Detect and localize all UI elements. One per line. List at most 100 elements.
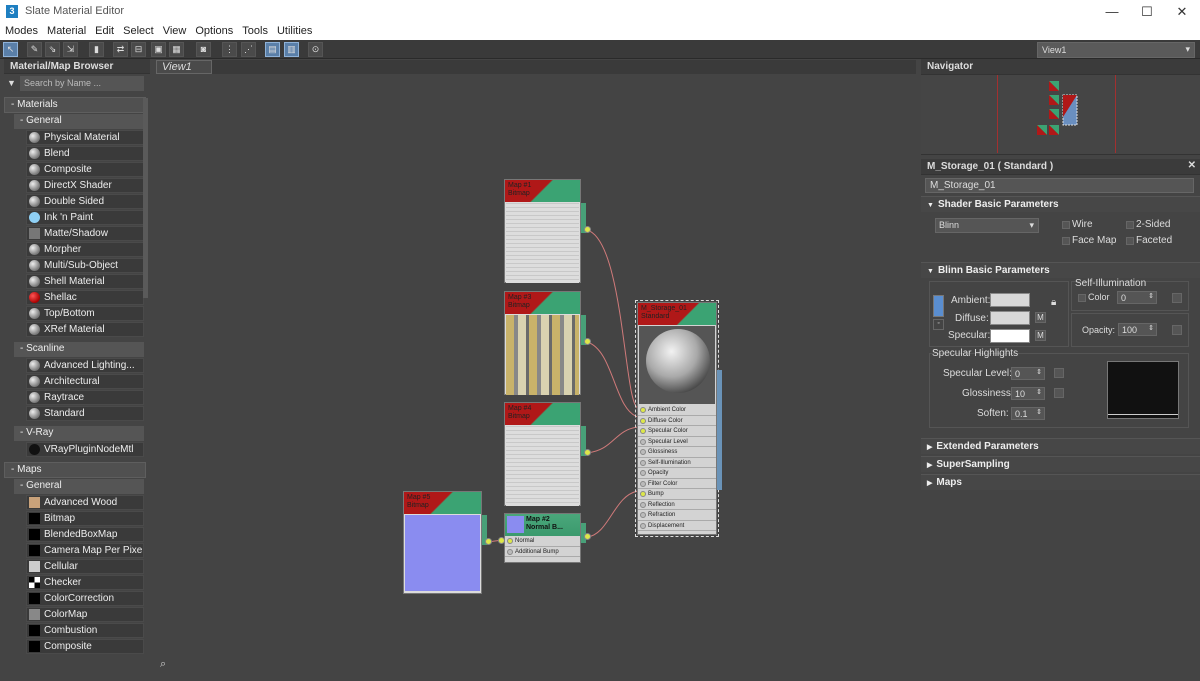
browser-search-input[interactable]: Search by Name ... [20, 76, 144, 91]
material-port[interactable]: Filter Color [638, 478, 716, 489]
menu-utilities[interactable]: Utilities [272, 24, 316, 37]
assign-material-icon[interactable]: ⇲ [63, 42, 78, 57]
close-icon[interactable]: ✕ [1168, 2, 1196, 22]
section-extended[interactable]: ▶ Extended Parameters [921, 438, 1200, 454]
node-map4[interactable]: Map #4 Bitmap [504, 402, 581, 506]
opacity-map-button[interactable] [1172, 325, 1182, 335]
browser-item[interactable]: Composite [26, 639, 144, 654]
node-map5[interactable]: Map #5 Bitmap [403, 491, 482, 594]
lock-icon[interactable]: 🔒︎ [1051, 297, 1056, 308]
browser-item[interactable]: Combustion [26, 623, 144, 638]
section-supersampling[interactable]: ▶ SuperSampling [921, 456, 1200, 472]
delete-icon[interactable]: ▮ [89, 42, 104, 57]
put-material-icon[interactable]: ⇘ [45, 42, 60, 57]
face-map-checkbox[interactable] [1062, 237, 1070, 245]
material-port[interactable]: Reflection [638, 499, 716, 510]
port-dot-icon[interactable] [640, 470, 646, 476]
browser-item[interactable]: Matte/Shadow [26, 226, 144, 241]
faceted-checkbox[interactable] [1126, 237, 1134, 245]
wire-checkbox[interactable] [1062, 221, 1070, 229]
show-shaded-icon[interactable]: ◙ [196, 42, 211, 57]
glossiness-spinner[interactable]: 10 ⇕ [1011, 387, 1045, 400]
menu-options[interactable]: Options [190, 24, 237, 37]
lock-diffuse-specular-icon[interactable]: ◦ [933, 319, 944, 330]
menu-material[interactable]: Material [42, 24, 90, 37]
port-dot-icon[interactable] [640, 480, 646, 487]
browser-scrollbar[interactable] [143, 98, 148, 298]
self-illum-map-button[interactable] [1172, 293, 1182, 303]
browser-item[interactable]: Blend [26, 146, 144, 161]
maximize-icon[interactable]: ☐ [1133, 2, 1161, 22]
port-dot-icon[interactable] [640, 407, 646, 413]
material-port[interactable]: Self-Illumination [638, 457, 716, 468]
menu-tools[interactable]: Tools [237, 24, 272, 37]
show-map-icon[interactable]: ▣ [151, 42, 166, 57]
navigator-view[interactable] [921, 75, 1200, 155]
group-materials[interactable]: - Materials [4, 97, 146, 113]
port-dot-icon[interactable] [640, 438, 646, 445]
browser-item[interactable]: Standard [26, 406, 144, 421]
group-maps[interactable]: - Maps [4, 462, 146, 478]
parameter-editor-icon[interactable]: ▥ [284, 42, 299, 57]
browser-item[interactable]: Top/Bottom [26, 306, 144, 321]
browser-item[interactable]: Multi/Sub-Object [26, 258, 144, 273]
layout-all-icon[interactable]: ⋮ [222, 42, 237, 57]
binoculars-icon[interactable]: ⌕ [160, 658, 176, 674]
node-map3-output-port[interactable] [584, 338, 591, 345]
browser-item[interactable]: Cellular [26, 559, 144, 574]
select-tool-icon[interactable]: ↖ [3, 42, 18, 57]
browser-item[interactable]: ColorCorrection [26, 591, 144, 606]
self-illum-spinner[interactable]: 0 ⇕ [1117, 291, 1157, 304]
port-dot-icon[interactable] [640, 459, 646, 466]
browser-item[interactable]: Architectural [26, 374, 144, 389]
show-background-icon[interactable]: ▦ [169, 42, 184, 57]
browser-item[interactable]: Morpher [26, 242, 144, 257]
opacity-spinner[interactable]: 100 ⇕ [1118, 323, 1157, 336]
tab-view1[interactable]: View1 [156, 60, 212, 74]
node-normal-bump-input-port[interactable] [498, 537, 505, 544]
select-by-material-icon[interactable]: ⊙ [308, 42, 323, 57]
group-scanline[interactable]: - Scanline [14, 342, 144, 357]
material-port[interactable]: Bump [638, 489, 716, 500]
browser-item[interactable]: VRayPluginNodeMtl [26, 442, 144, 457]
material-name-field[interactable]: M_Storage_01 [925, 178, 1194, 193]
port-dot-icon[interactable] [640, 428, 646, 434]
material-port[interactable]: Diffuse Color [638, 415, 716, 426]
port-dot-icon[interactable] [640, 449, 646, 455]
browser-item[interactable]: Composite [26, 162, 144, 177]
node-map3[interactable]: Map #3 Bitmap [504, 291, 581, 395]
port-dot-icon[interactable] [640, 417, 646, 424]
pick-material-icon[interactable]: ✎ [27, 42, 42, 57]
specular-level-spinner[interactable]: 0 ⇕ [1011, 367, 1045, 380]
browser-item[interactable]: ColorMap [26, 607, 144, 622]
section-blinn-basic[interactable]: ▼ Blinn Basic Parameters [921, 262, 1200, 278]
node-map5-output-port[interactable] [485, 538, 492, 545]
menu-edit[interactable]: Edit [90, 24, 118, 37]
material-port[interactable]: Opacity [638, 468, 716, 479]
browser-item[interactable]: Shell Material [26, 274, 144, 289]
soften-spinner[interactable]: 0.1 ⇕ [1011, 407, 1045, 420]
port-dot-icon[interactable] [640, 522, 646, 529]
browser-item[interactable]: Advanced Wood [26, 495, 144, 510]
group-vray[interactable]: - V-Ray [14, 426, 144, 441]
browser-item[interactable]: Shellac [26, 290, 144, 305]
material-port[interactable]: Specular Level [638, 436, 716, 447]
view-select[interactable]: View1 ▾ [1037, 42, 1195, 58]
hide-unused-icon[interactable]: ⊟ [131, 42, 146, 57]
browser-item[interactable]: DirectX Shader [26, 178, 144, 193]
port-dot-icon[interactable] [640, 491, 646, 497]
material-port[interactable]: Displacement [638, 520, 716, 531]
port-dot-icon[interactable] [640, 501, 646, 508]
node-map1-output-port[interactable] [584, 226, 591, 233]
menu-select[interactable]: Select [118, 24, 158, 37]
section-shader-basic[interactable]: ▼ Shader Basic Parameters [921, 196, 1200, 212]
browser-item[interactable]: Camera Map Per Pixel [26, 543, 144, 558]
specular-level-map-button[interactable] [1054, 368, 1064, 378]
diffuse-map-button[interactable]: M [1035, 312, 1046, 323]
layout-children-icon[interactable]: ⋰ [241, 42, 256, 57]
browser-item[interactable]: Bitmap [26, 511, 144, 526]
specular-swatch[interactable] [990, 329, 1030, 343]
glossiness-map-button[interactable] [1054, 388, 1064, 398]
browser-item[interactable]: Ink 'n Paint [26, 210, 144, 225]
browser-item[interactable]: BlendedBoxMap [26, 527, 144, 542]
